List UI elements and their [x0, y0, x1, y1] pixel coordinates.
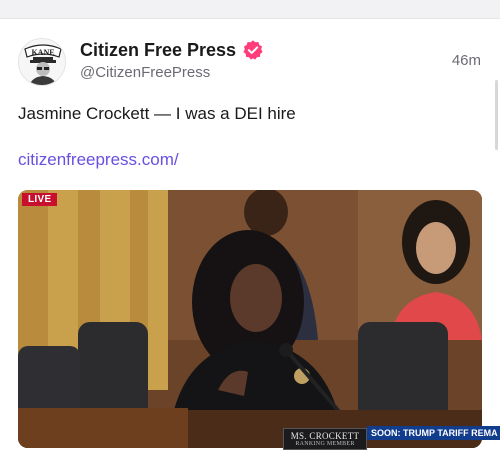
post-timestamp[interactable]: 46m — [452, 52, 481, 69]
author-name[interactable]: Citizen Free Press — [80, 40, 236, 61]
news-ticker: SOON: TRUMP TARIFF REMA — [367, 426, 500, 440]
avatar-logo-text: KANE — [31, 48, 54, 57]
post-text: Jasmine Crockett — I was a DEI hire — [18, 104, 296, 123]
author-handle[interactable]: @CitizenFreePress — [80, 64, 210, 81]
hearing-scene-illustration — [18, 190, 482, 448]
avatar-logo-icon: KANE — [19, 39, 65, 85]
avatar[interactable]: KANE — [18, 38, 66, 86]
nameplate-title: RANKING MEMBER — [295, 441, 355, 447]
verified-badge-icon — [243, 40, 263, 60]
post-media-image[interactable]: LIVE — [18, 190, 482, 448]
nameplate: MS. CROCKETT RANKING MEMBER — [283, 428, 367, 450]
scrollbar[interactable] — [495, 80, 498, 150]
author-row: Citizen Free Press — [80, 38, 264, 62]
live-badge: LIVE — [22, 193, 58, 206]
nameplate-name: MS. CROCKETT — [290, 431, 360, 441]
post-link[interactable]: citizenfreepress.com/ — [18, 150, 179, 170]
top-strip — [0, 0, 500, 18]
